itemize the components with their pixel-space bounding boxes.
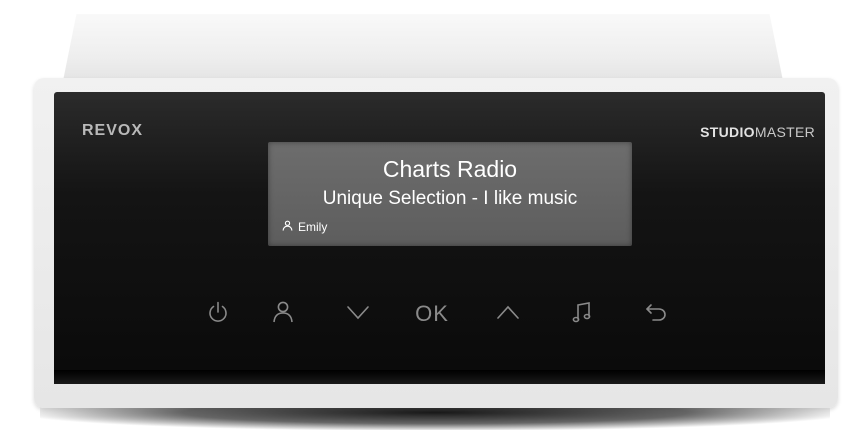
cabinet-top-surface (62, 14, 784, 86)
station-title: Charts Radio (382, 156, 518, 182)
chevron-up-icon (495, 299, 521, 330)
down-button[interactable] (340, 296, 376, 332)
up-button[interactable] (490, 296, 526, 332)
user-button[interactable] (265, 296, 301, 332)
music-button[interactable] (564, 296, 600, 332)
user-small-icon (282, 220, 293, 234)
track-title: Unique Selection - I like music (322, 188, 578, 209)
ok-button[interactable]: OK (414, 296, 450, 332)
control-bar: OK (200, 296, 700, 336)
back-arrow-icon (643, 299, 669, 330)
model-name-bold: STUDIO (700, 124, 755, 140)
model-name: STUDIOMASTER (700, 124, 815, 140)
ok-label: OK (415, 301, 449, 326)
music-note-icon (569, 299, 595, 330)
model-name-light: MASTER (754, 124, 815, 140)
back-button[interactable] (638, 296, 674, 332)
profile-name: Emily (298, 220, 328, 234)
profile-indicator: Emily (282, 220, 327, 234)
front-display: Charts Radio Unique Selection - I like m… (268, 142, 632, 246)
power-icon (205, 299, 231, 330)
brand-logo: REVOX (82, 122, 144, 139)
power-button[interactable] (200, 296, 236, 332)
chevron-down-icon (345, 299, 371, 330)
user-icon (270, 299, 296, 330)
